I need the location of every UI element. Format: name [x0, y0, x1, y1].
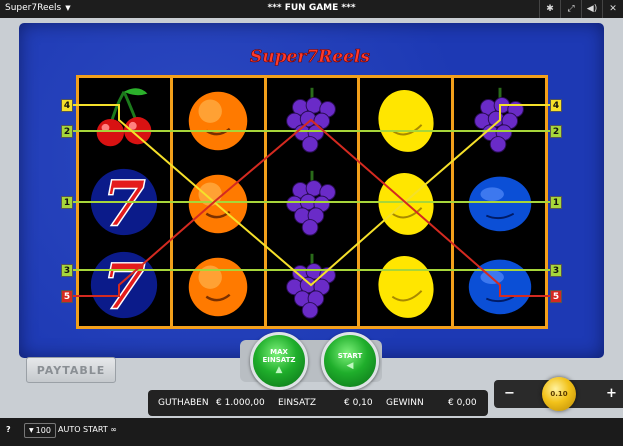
- reel-2: [172, 78, 264, 326]
- reel-1: 7 7: [79, 78, 170, 326]
- game-logo: Super7Reels: [220, 40, 400, 75]
- payline-2-tag-left: 2: [61, 125, 73, 138]
- payline-1-tag-left: 1: [61, 196, 73, 209]
- fullscreen-icon[interactable]: ⤢: [560, 0, 581, 18]
- orange-icon: [173, 161, 264, 244]
- autostart-label: AUTO START: [58, 425, 108, 434]
- lemon-icon: [360, 78, 451, 161]
- bet-label: EINSATZ: [278, 398, 317, 408]
- grapes-icon: [267, 78, 358, 161]
- reel-grid: 7 7: [79, 78, 545, 326]
- grapes-icon: [454, 78, 545, 161]
- cherry-icon: [79, 78, 170, 161]
- payline-2-tag-right: 2: [550, 125, 562, 138]
- grapes-icon: [267, 243, 358, 326]
- sound-icon[interactable]: ◀): [581, 0, 602, 18]
- max-bet-label-2: EINSATZ: [262, 356, 296, 364]
- footer-bar: ? ▼ 100 AUTO START ∞: [0, 418, 623, 446]
- info-bar: GUTHABEN € 1.000,00 EINSATZ € 0,10 GEWIN…: [148, 390, 488, 416]
- autoplay-count-select[interactable]: ▼ 100: [24, 423, 56, 438]
- stake-minus-button[interactable]: −: [504, 386, 515, 401]
- start-label: START: [337, 352, 363, 360]
- infinity-icon: ∞: [110, 425, 117, 434]
- autostart-button[interactable]: AUTO START ∞: [58, 425, 117, 434]
- payline-1-tag-right: 1: [550, 196, 562, 209]
- gear-icon[interactable]: ✱: [539, 0, 560, 18]
- balance-value: € 1.000,00: [216, 398, 265, 408]
- seven-icon: 7: [79, 161, 170, 244]
- payline-3-tag-right: 3: [550, 264, 562, 277]
- chevron-down-icon: ▼: [29, 427, 34, 434]
- plum-icon: [454, 161, 545, 244]
- orange-icon: [173, 243, 264, 326]
- reel-4: [360, 78, 452, 326]
- payline-4-tag-left: 4: [61, 99, 73, 112]
- bet-value: € 0,10: [344, 398, 373, 408]
- lemon-icon: [360, 243, 451, 326]
- autoplay-count: 100: [35, 426, 51, 435]
- balance-label: GUTHABEN: [158, 398, 209, 408]
- payline-3-tag-left: 3: [61, 264, 73, 277]
- arrow-up-icon: ▲: [275, 365, 283, 375]
- stake-coin[interactable]: 0.10: [542, 377, 576, 411]
- stake-plus-button[interactable]: +: [606, 386, 617, 401]
- reel-3: [266, 78, 358, 326]
- paytable-button[interactable]: PAYTABLE: [26, 357, 116, 383]
- logo-graphic: Super7Reels: [250, 47, 371, 68]
- svg-text:7: 7: [103, 249, 146, 323]
- lemon-icon: [360, 161, 451, 244]
- payline-5-tag-left: 5: [61, 290, 73, 303]
- close-icon[interactable]: ✕: [602, 0, 623, 18]
- start-button[interactable]: START ◀: [321, 332, 379, 390]
- help-button[interactable]: ?: [6, 425, 11, 434]
- win-label: GEWINN: [386, 398, 424, 408]
- reel-frame: 7 7: [76, 75, 548, 329]
- seven-icon: 7: [79, 243, 170, 326]
- top-bar: Super7Reels ▼ *** FUN GAME *** ✱ ⤢ ◀) ✕: [0, 0, 623, 18]
- orange-icon: [173, 78, 264, 161]
- plum-icon: [454, 243, 545, 326]
- reel-5: [454, 78, 545, 326]
- arrow-left-icon: ◀: [346, 361, 354, 371]
- win-value: € 0,00: [448, 398, 477, 408]
- logo-text: Super7Reels: [250, 47, 370, 67]
- game-mode-title: *** FUN GAME ***: [267, 3, 356, 13]
- payline-5-tag-right: 5: [550, 290, 562, 303]
- svg-text:7: 7: [103, 166, 146, 240]
- grapes-icon: [267, 161, 358, 244]
- max-bet-label-1: MAX: [270, 348, 288, 356]
- payline-4-tag-right: 4: [550, 99, 562, 112]
- max-bet-button[interactable]: MAX EINSATZ ▲: [250, 332, 308, 390]
